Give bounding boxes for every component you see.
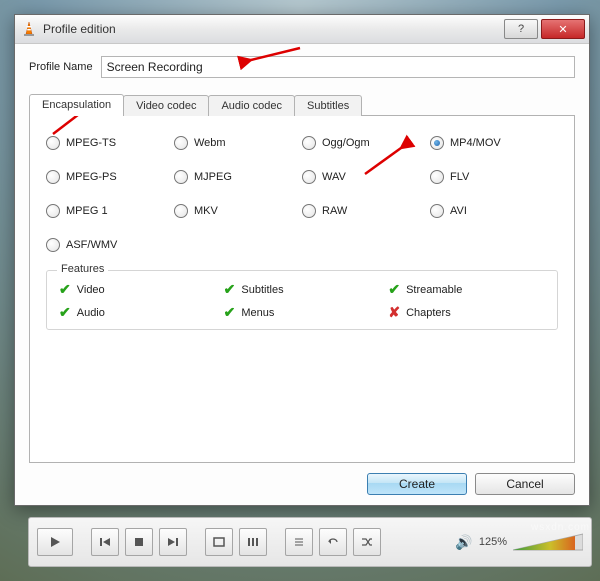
radio-raw[interactable]: RAW <box>302 204 430 218</box>
radio-mpeg1[interactable]: MPEG 1 <box>46 204 174 218</box>
radio-icon <box>302 204 316 218</box>
radio-icon <box>302 170 316 184</box>
radio-icon <box>302 136 316 150</box>
help-button[interactable]: ? <box>504 19 538 39</box>
extended-settings-button[interactable] <box>239 528 267 556</box>
profile-name-input[interactable] <box>101 56 575 78</box>
volume-percent: 125% <box>479 536 507 548</box>
radio-mkv[interactable]: MKV <box>174 204 302 218</box>
radio-label: ASF/WMV <box>66 239 117 251</box>
radio-icon <box>46 170 60 184</box>
check-icon: ✔ <box>224 304 236 321</box>
radio-label: MJPEG <box>194 171 232 183</box>
radio-label: AVI <box>450 205 467 217</box>
radio-label: Webm <box>194 137 226 149</box>
prev-button[interactable] <box>91 528 119 556</box>
stop-button[interactable] <box>125 528 153 556</box>
feature-menus: ✔ Menus <box>224 304 381 321</box>
radio-label: MPEG-PS <box>66 171 117 183</box>
radio-icon <box>430 136 444 150</box>
radio-mjpeg[interactable]: MJPEG <box>174 170 302 184</box>
feature-label: Menus <box>241 307 274 319</box>
fullscreen-button[interactable] <box>205 528 233 556</box>
radio-icon <box>46 204 60 218</box>
radio-mp4[interactable]: MP4/MOV <box>430 136 558 150</box>
radio-ogg[interactable]: Ogg/Ogm <box>302 136 430 150</box>
radio-icon <box>46 136 60 150</box>
volume-slider[interactable] <box>513 532 583 552</box>
feature-video: ✔ Video <box>59 281 216 298</box>
playlist-button[interactable] <box>285 528 313 556</box>
radio-icon <box>430 170 444 184</box>
vlc-cone-icon <box>21 21 37 37</box>
radio-wav[interactable]: WAV <box>302 170 430 184</box>
shuffle-button[interactable] <box>353 528 381 556</box>
feature-label: Audio <box>77 307 105 319</box>
close-button[interactable]: ✕ <box>541 19 585 39</box>
check-icon: ✔ <box>59 304 71 321</box>
radio-icon <box>430 204 444 218</box>
feature-subtitles: ✔ Subtitles <box>224 281 381 298</box>
tabpanel-encapsulation: MPEG-TS Webm Ogg/Ogm MP4/MOV MPEG-PS MJP… <box>29 115 575 463</box>
profile-name-label: Profile Name <box>29 61 93 73</box>
tab-encapsulation[interactable]: Encapsulation <box>29 94 124 116</box>
radio-mpeg-ps[interactable]: MPEG-PS <box>46 170 174 184</box>
tabs: Encapsulation Video codec Audio codec Su… <box>29 94 575 116</box>
cancel-button[interactable]: Cancel <box>475 473 575 495</box>
check-icon: ✔ <box>388 281 400 298</box>
radio-avi[interactable]: AVI <box>430 204 558 218</box>
tab-video-codec[interactable]: Video codec <box>123 95 209 116</box>
radio-flv[interactable]: FLV <box>430 170 558 184</box>
play-button[interactable] <box>37 528 73 556</box>
features-group: Features ✔Video ✔Subtitles ✔Streamable ✔… <box>46 270 558 330</box>
titlebar[interactable]: Profile edition ? ✕ <box>15 15 589 44</box>
tab-audio-codec[interactable]: Audio codec <box>208 95 295 116</box>
radio-asf[interactable]: ASF/WMV <box>46 238 174 252</box>
cross-icon: ✘ <box>388 304 400 321</box>
radio-icon <box>174 204 188 218</box>
radio-label: FLV <box>450 171 469 183</box>
radio-mpeg-ts[interactable]: MPEG-TS <box>46 136 174 150</box>
radio-label: RAW <box>322 205 347 217</box>
feature-streamable: ✔ Streamable <box>388 281 545 298</box>
next-button[interactable] <box>159 528 187 556</box>
radio-label: MKV <box>194 205 218 217</box>
radio-label: WAV <box>322 171 346 183</box>
radio-icon <box>174 170 188 184</box>
feature-label: Video <box>77 284 105 296</box>
create-button[interactable]: Create <box>367 473 467 495</box>
feature-label: Chapters <box>406 307 451 319</box>
profile-edition-dialog: Profile edition ? ✕ Profile Name Encapsu… <box>14 14 590 506</box>
watermark: wsxdn.com <box>531 522 590 533</box>
feature-label: Streamable <box>406 284 462 296</box>
radio-label: MPEG-TS <box>66 137 116 149</box>
radio-icon <box>46 238 60 252</box>
feature-label: Subtitles <box>241 284 283 296</box>
player-toolbar: 🔊 125% <box>28 517 592 567</box>
speaker-icon[interactable]: 🔊 <box>455 534 472 551</box>
radio-webm[interactable]: Webm <box>174 136 302 150</box>
feature-chapters: ✘ Chapters <box>388 304 545 321</box>
radio-label: MPEG 1 <box>66 205 108 217</box>
radio-label: MP4/MOV <box>450 137 501 149</box>
radio-label: Ogg/Ogm <box>322 137 370 149</box>
loop-button[interactable] <box>319 528 347 556</box>
features-legend: Features <box>57 263 108 275</box>
feature-audio: ✔ Audio <box>59 304 216 321</box>
tab-subtitles[interactable]: Subtitles <box>294 95 362 116</box>
check-icon: ✔ <box>59 281 71 298</box>
window-title: Profile edition <box>43 22 116 36</box>
radio-icon <box>174 136 188 150</box>
check-icon: ✔ <box>224 281 236 298</box>
